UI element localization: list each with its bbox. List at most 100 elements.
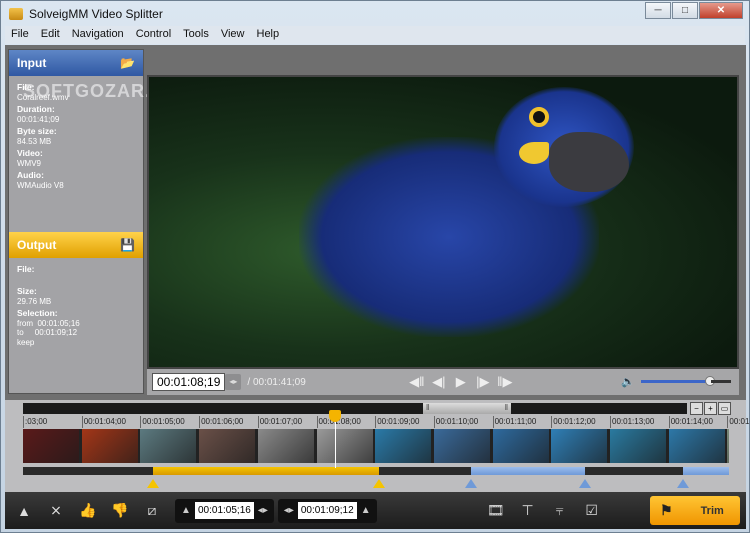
step-back-icon[interactable]: ◀| bbox=[430, 374, 448, 390]
ruler-tick: 00:01:13;00 bbox=[610, 416, 655, 428]
output-title: Output bbox=[17, 238, 57, 252]
output-info: File: Size: 29.76 MB Selection: from 00:0… bbox=[9, 258, 143, 351]
marker-end[interactable] bbox=[373, 479, 385, 488]
thumbnail-frame[interactable] bbox=[316, 429, 374, 463]
end-time-box: ◂▸ 00:01:09;12 ▲ bbox=[277, 498, 377, 523]
output-header: Output 💾 bbox=[9, 232, 143, 258]
thumbnail-frame[interactable] bbox=[727, 429, 729, 463]
video-label: Video: bbox=[17, 148, 43, 158]
app-icon bbox=[9, 8, 23, 20]
total-time: / 00:01:41;09 bbox=[247, 376, 306, 388]
thumbnail-frame[interactable] bbox=[433, 429, 491, 463]
input-title: Input bbox=[17, 56, 47, 70]
marker[interactable] bbox=[579, 479, 591, 488]
fit-icon[interactable]: ▭ bbox=[718, 402, 731, 415]
marker-start[interactable] bbox=[147, 479, 159, 488]
segment[interactable] bbox=[471, 467, 585, 475]
thumbnail-frame[interactable] bbox=[199, 429, 257, 463]
folder-open-icon[interactable]: 📂 bbox=[120, 56, 135, 70]
volume-knob[interactable] bbox=[705, 376, 715, 386]
app-window: SolveigMM Video Splitter ─ □ ✕ File Edit… bbox=[0, 0, 750, 533]
thumbnail-frame[interactable] bbox=[610, 429, 667, 463]
thumbs-down-icon[interactable]: 👎 bbox=[107, 502, 133, 519]
go-start-icon[interactable]: ◀‖ bbox=[408, 374, 426, 390]
split-multiple-icon[interactable]: ⫧ bbox=[547, 502, 573, 519]
end-spin-icon[interactable]: ◂▸ bbox=[280, 505, 298, 516]
add-marker-icon[interactable]: ▲ bbox=[11, 503, 37, 519]
segment-track[interactable] bbox=[23, 467, 729, 475]
timeline-scrollbar[interactable]: ‖ ‖ bbox=[23, 403, 687, 414]
duration-label: Duration: bbox=[17, 104, 55, 114]
ruler-tick: 00:01:14;00 bbox=[668, 416, 713, 428]
playhead-handle[interactable] bbox=[329, 410, 341, 422]
audio-value: WMAudio V8 bbox=[17, 180, 64, 190]
start-spin-icon[interactable]: ◂▸ bbox=[254, 505, 272, 516]
size-label: Byte size: bbox=[17, 126, 57, 136]
thumbnail-strip[interactable] bbox=[23, 429, 729, 463]
ruler-tick: 00:01:1 bbox=[727, 416, 750, 428]
to-label: to bbox=[17, 328, 24, 337]
set-end-icon[interactable]: ▲ bbox=[357, 505, 375, 516]
thumbnail-frame[interactable] bbox=[551, 429, 609, 463]
selection-label: Selection: bbox=[17, 308, 58, 318]
split-icon[interactable]: ⊤ bbox=[515, 502, 541, 519]
go-end-icon[interactable]: ‖▶ bbox=[496, 374, 514, 390]
minimize-button[interactable]: ─ bbox=[645, 2, 671, 19]
thumbnail-frame[interactable] bbox=[668, 429, 726, 463]
input-header: Input 📂 bbox=[9, 50, 143, 76]
output-file-label: File: bbox=[17, 264, 35, 274]
thumbnail-frame[interactable] bbox=[23, 429, 80, 463]
marker[interactable] bbox=[677, 479, 689, 488]
playhead[interactable] bbox=[335, 414, 336, 468]
menu-tools[interactable]: Tools bbox=[177, 26, 215, 44]
thumbnail-frame[interactable] bbox=[492, 429, 550, 463]
step-forward-icon[interactable]: |▶ bbox=[474, 374, 492, 390]
film-icon[interactable]: 🎞 bbox=[483, 502, 509, 519]
menu-help[interactable]: Help bbox=[251, 26, 286, 44]
volume-slider[interactable] bbox=[641, 376, 731, 386]
play-icon[interactable]: ▶ bbox=[452, 374, 470, 390]
zoom-out-icon[interactable]: − bbox=[690, 402, 703, 415]
ruler-tick: 00:01:05;00 bbox=[140, 416, 185, 428]
to-value: 00:01:09;12 bbox=[34, 328, 78, 337]
speaker-icon[interactable]: 🔈 bbox=[621, 375, 635, 388]
invert-selection-icon[interactable]: ⧄ bbox=[139, 502, 165, 519]
start-time-field[interactable]: 00:01:05;16 bbox=[195, 502, 254, 519]
trim-button[interactable]: ⚑ Trim bbox=[650, 496, 740, 525]
scroll-thumb[interactable]: ‖ ‖ bbox=[423, 403, 511, 414]
set-start-icon[interactable]: ▲ bbox=[177, 505, 195, 516]
thumbnail-frame[interactable] bbox=[257, 429, 315, 463]
current-time-field[interactable]: 00:01:08;19 bbox=[152, 373, 226, 391]
menu-file[interactable]: File bbox=[5, 26, 35, 44]
video-preview[interactable] bbox=[147, 75, 739, 369]
ruler-tick: 00:01:06;00 bbox=[199, 416, 244, 428]
thumbnail-frame[interactable] bbox=[375, 429, 433, 463]
close-button[interactable]: ✕ bbox=[699, 2, 743, 19]
remove-marker-icon[interactable]: ⨯ bbox=[43, 502, 69, 519]
menu-edit[interactable]: Edit bbox=[35, 26, 66, 44]
menu-view[interactable]: View bbox=[215, 26, 251, 44]
ruler-tick: :03;00 bbox=[23, 416, 48, 428]
maximize-button[interactable]: □ bbox=[672, 2, 698, 19]
marker[interactable] bbox=[465, 479, 477, 488]
time-spin-icon[interactable]: ◂▸ bbox=[225, 374, 242, 390]
thumbnail-frame[interactable] bbox=[140, 429, 198, 463]
audio-label: Audio: bbox=[17, 170, 44, 180]
client-area: Input 📂 File: Coralreef.wmv Duration: 00:01… bbox=[5, 45, 750, 529]
menu-control[interactable]: Control bbox=[130, 26, 177, 44]
selected-segment[interactable] bbox=[153, 467, 379, 475]
thumbnail-frame[interactable] bbox=[81, 429, 139, 463]
ruler-tick: 00:01:11;00 bbox=[492, 416, 537, 428]
end-time-field[interactable]: 00:01:09;12 bbox=[297, 502, 357, 519]
ruler-tick: 00:01:10;00 bbox=[433, 416, 479, 428]
from-label: from bbox=[17, 318, 33, 328]
menu-navigation[interactable]: Navigation bbox=[66, 26, 130, 44]
thumbs-up-icon[interactable]: 👍 bbox=[75, 502, 101, 519]
segment[interactable] bbox=[683, 467, 729, 475]
duration-value: 00:01:41;09 bbox=[17, 114, 60, 124]
batch-icon[interactable]: ☑ bbox=[579, 502, 605, 519]
save-icon[interactable]: 💾 bbox=[120, 238, 135, 252]
ruler-tick: 00:01:04;00 bbox=[81, 416, 126, 428]
video-value: WMV9 bbox=[17, 158, 41, 168]
zoom-in-icon[interactable]: + bbox=[704, 402, 717, 415]
